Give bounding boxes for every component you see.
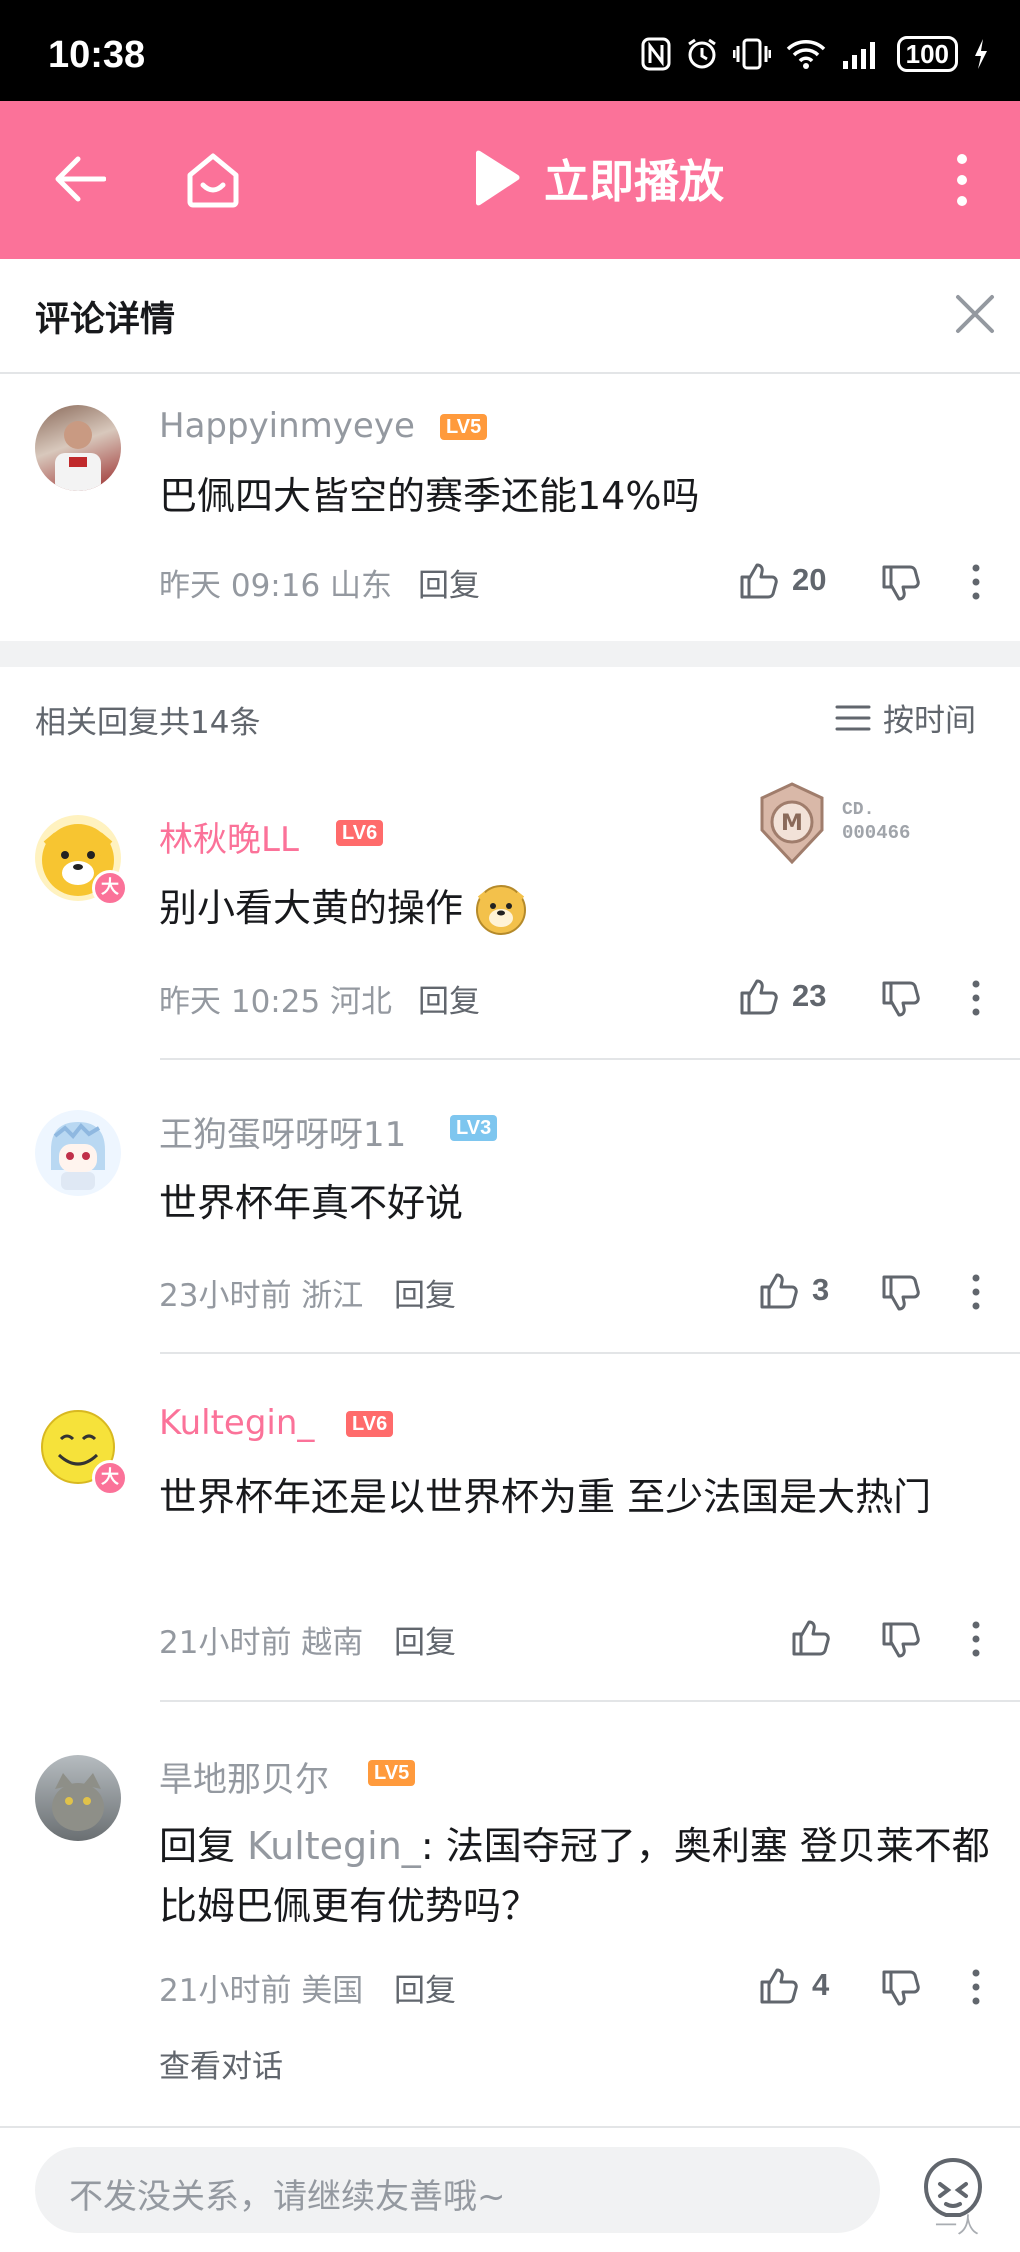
doge-emoji-icon — [476, 885, 527, 935]
username[interactable]: 旱地那贝尔 — [159, 1752, 329, 1801]
nfc-icon — [641, 37, 671, 71]
comment-text-body: 别小看大黄的操作 — [159, 886, 464, 930]
like-count: 20 — [792, 562, 827, 597]
username[interactable]: Happyinmyeye — [159, 406, 415, 446]
more-options-icon[interactable] — [970, 980, 982, 1016]
like-icon[interactable] — [758, 1270, 798, 1310]
comment-input-placeholder: 不发没关系，请继续友善哦~ — [69, 2177, 506, 2217]
avatar[interactable] — [35, 1110, 121, 1196]
comment-meta: 昨天 09:16 山东 — [159, 568, 393, 604]
sort-list-icon — [835, 705, 871, 730]
watermark-text: 一人 — [935, 2214, 980, 2239]
reply-prefix: 回复 — [159, 1824, 248, 1868]
reply-divider — [160, 1352, 1020, 1354]
battery-indicator: 100 — [896, 36, 958, 72]
like-icon[interactable] — [790, 1617, 830, 1657]
more-options-icon[interactable] — [970, 1621, 982, 1657]
username[interactable]: 林秋晚LL — [159, 812, 299, 861]
more-options-icon[interactable] — [970, 564, 982, 600]
dislike-icon[interactable] — [880, 564, 920, 604]
level-badge: LV6 — [336, 820, 384, 846]
vip-badge: 大 — [92, 1460, 128, 1496]
dislike-icon[interactable] — [880, 1274, 920, 1314]
reply-button[interactable]: 回复 — [418, 976, 480, 1021]
signal-icon — [842, 42, 875, 69]
top-bar: 立即播放 — [0, 101, 1020, 259]
level-badge: LV3 — [450, 1115, 498, 1141]
dislike-icon[interactable] — [880, 1621, 920, 1661]
medal-icon: M — [760, 782, 824, 864]
vip-badge: 大 — [92, 870, 128, 906]
avatar[interactable] — [35, 1755, 121, 1841]
reply-divider — [160, 1058, 1020, 1060]
reply-button[interactable]: 回复 — [418, 560, 480, 605]
dislike-icon[interactable] — [880, 980, 920, 1020]
comment-detail-header: 评论详情 — [0, 259, 1020, 374]
comment-meta: 21小时前 越南 — [159, 1625, 364, 1661]
section-divider — [0, 641, 1020, 667]
mention-link[interactable]: Kultegin_ — [247, 1824, 421, 1868]
comment-text: 世界杯年还是以世界杯为重 至少法国是大热门 — [159, 1475, 932, 1519]
comment-text: 世界杯年真不好说 — [159, 1181, 464, 1225]
status-time: 10:38 — [48, 34, 146, 76]
page-title: 评论详情 — [35, 300, 176, 340]
comment-meta: 21小时前 美国 — [159, 1973, 364, 2009]
comment-meta: 23小时前 浙江 — [159, 1278, 364, 1314]
medal-number: 000466 — [842, 822, 911, 844]
like-count: 3 — [812, 1272, 830, 1307]
status-bar: 10:38 100 — [0, 0, 1020, 101]
comment-text: 巴佩四大皆空的赛季还能14%吗 — [159, 474, 700, 518]
play-now-button[interactable]: 立即播放 — [470, 145, 724, 210]
comment-input[interactable]: 不发没关系，请继续友善哦~ — [35, 2147, 880, 2233]
more-options-icon[interactable] — [970, 1969, 982, 2005]
username[interactable]: Kultegin_ — [159, 1403, 314, 1443]
level-badge: LV5 — [440, 414, 488, 440]
level-badge: LV6 — [346, 1411, 394, 1437]
vibrate-icon — [732, 38, 771, 70]
reply-button[interactable]: 回复 — [394, 1270, 456, 1315]
comment-text: 别小看大黄的操作 — [159, 878, 529, 938]
play-icon — [476, 150, 520, 205]
svg-text:M: M — [781, 811, 803, 836]
level-badge: LV5 — [368, 1760, 416, 1786]
comment-text: 回复 Kultegin_: 法国夺冠了，奥利塞 登贝莱不都比姆巴佩更有优势吗？ — [159, 1816, 999, 1936]
avatar[interactable] — [35, 405, 121, 491]
back-arrow-icon[interactable] — [54, 155, 106, 203]
reply-count-label: 相关回复共14条 — [35, 705, 261, 741]
like-count: 4 — [812, 1967, 830, 2002]
home-icon[interactable] — [184, 151, 242, 209]
alarm-icon — [687, 38, 716, 69]
comment-meta: 昨天 10:25 河北 — [159, 984, 393, 1020]
status-icons: 100 — [641, 34, 990, 74]
reply-button[interactable]: 回复 — [394, 1965, 456, 2010]
sort-by-time-button[interactable]: 按时间 — [835, 695, 976, 740]
reply-button[interactable]: 回复 — [394, 1617, 456, 1662]
fan-medal-badge: M CD. 000466 — [756, 782, 932, 864]
like-count: 23 — [792, 978, 827, 1013]
reply-divider — [160, 1700, 1020, 1702]
more-options-icon[interactable] — [950, 153, 974, 207]
close-icon[interactable] — [954, 293, 996, 335]
wifi-icon — [786, 40, 825, 69]
medal-label: CD. — [842, 800, 875, 820]
play-now-label: 立即播放 — [544, 155, 725, 208]
more-options-icon[interactable] — [970, 1274, 982, 1310]
username[interactable]: 王狗蛋呀呀呀11 — [159, 1107, 406, 1156]
sort-label: 按时间 — [883, 703, 976, 739]
like-icon[interactable] — [758, 1965, 798, 2005]
view-conversation-link[interactable]: 查看对话 — [159, 2041, 283, 2086]
charging-icon — [975, 39, 987, 69]
dislike-icon[interactable] — [880, 1969, 920, 2009]
like-icon[interactable] — [738, 560, 778, 600]
like-icon[interactable] — [738, 976, 778, 1016]
